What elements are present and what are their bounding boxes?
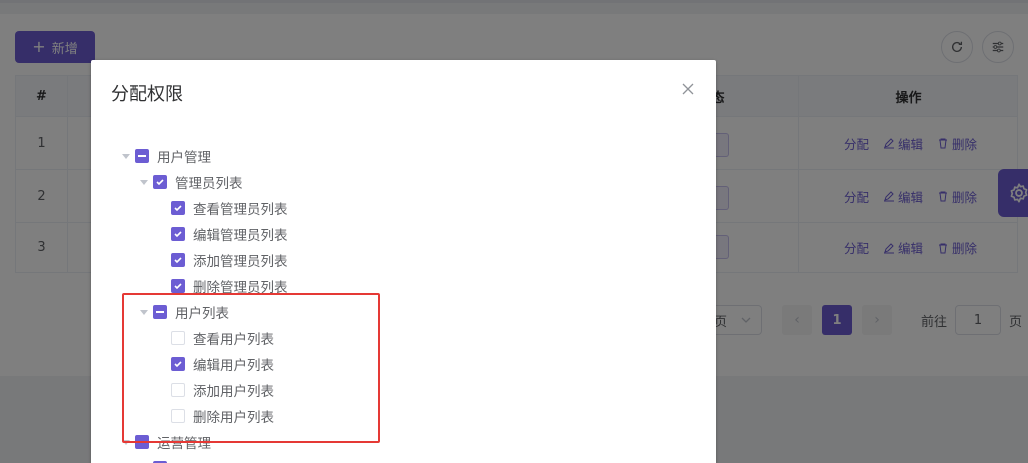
tree-node-operations-child[interactable] (91, 455, 716, 463)
tree-node-label: 运营管理 (157, 436, 211, 452)
tree-node-view-admin[interactable]: 查看管理员列表 (91, 195, 716, 221)
tree-checkbox[interactable] (171, 383, 185, 397)
dialog-close-button[interactable] (680, 81, 696, 97)
tree-node-label: 查看管理员列表 (193, 202, 288, 218)
tree-node-label: 编辑管理员列表 (193, 228, 288, 244)
tree-checkbox[interactable] (135, 435, 149, 449)
tree-node-add-user[interactable]: 添加用户列表 (91, 377, 716, 403)
tree-node-delete-user[interactable]: 删除用户列表 (91, 403, 716, 429)
permission-tree: 用户管理 管理员列表 查看管理员列表 编辑管理员列表 添加管理员列表 删除管理员… (91, 143, 716, 463)
dialog-title: 分配权限 (111, 84, 183, 105)
tree-node-view-user[interactable]: 查看用户列表 (91, 325, 716, 351)
tree-checkbox[interactable] (171, 331, 185, 345)
expand-arrow-icon[interactable] (117, 429, 135, 455)
tree-node-label: 编辑用户列表 (193, 358, 274, 374)
tree-node-label: 删除用户列表 (193, 410, 274, 426)
tree-node-admin-list[interactable]: 管理员列表 (91, 169, 716, 195)
tree-node-user-list[interactable]: 用户列表 (91, 299, 716, 325)
tree-node-label: 添加管理员列表 (193, 254, 288, 270)
expand-arrow-icon[interactable] (135, 169, 153, 195)
tree-node-edit-user[interactable]: 编辑用户列表 (91, 351, 716, 377)
expand-arrow-icon[interactable] (117, 143, 135, 169)
tree-node-delete-admin[interactable]: 删除管理员列表 (91, 273, 716, 299)
tree-checkbox[interactable] (171, 357, 185, 371)
expand-arrow-icon[interactable] (135, 455, 153, 463)
tree-checkbox[interactable] (171, 253, 185, 267)
tree-node-operations[interactable]: 运营管理 (91, 429, 716, 455)
tree-node-label: 用户管理 (157, 150, 211, 166)
tree-checkbox[interactable] (153, 305, 167, 319)
close-icon (682, 83, 694, 95)
tree-node-label: 删除管理员列表 (193, 280, 288, 296)
tree-node-label: 管理员列表 (175, 176, 243, 192)
assign-permissions-dialog: 分配权限 用户管理 管理员列表 查看管理员列表 编辑管理员列表 添加管理员列表 (91, 60, 716, 463)
tree-checkbox[interactable] (171, 409, 185, 423)
tree-node-label: 添加用户列表 (193, 384, 274, 400)
tree-node-label: 用户列表 (175, 306, 229, 322)
tree-node-label: 查看用户列表 (193, 332, 274, 348)
expand-arrow-icon[interactable] (135, 299, 153, 325)
tree-checkbox[interactable] (171, 227, 185, 241)
tree-checkbox[interactable] (153, 175, 167, 189)
tree-node-user-management[interactable]: 用户管理 (91, 143, 716, 169)
tree-checkbox[interactable] (171, 279, 185, 293)
tree-node-edit-admin[interactable]: 编辑管理员列表 (91, 221, 716, 247)
tree-checkbox[interactable] (171, 201, 185, 215)
tree-node-add-admin[interactable]: 添加管理员列表 (91, 247, 716, 273)
tree-checkbox[interactable] (135, 149, 149, 163)
